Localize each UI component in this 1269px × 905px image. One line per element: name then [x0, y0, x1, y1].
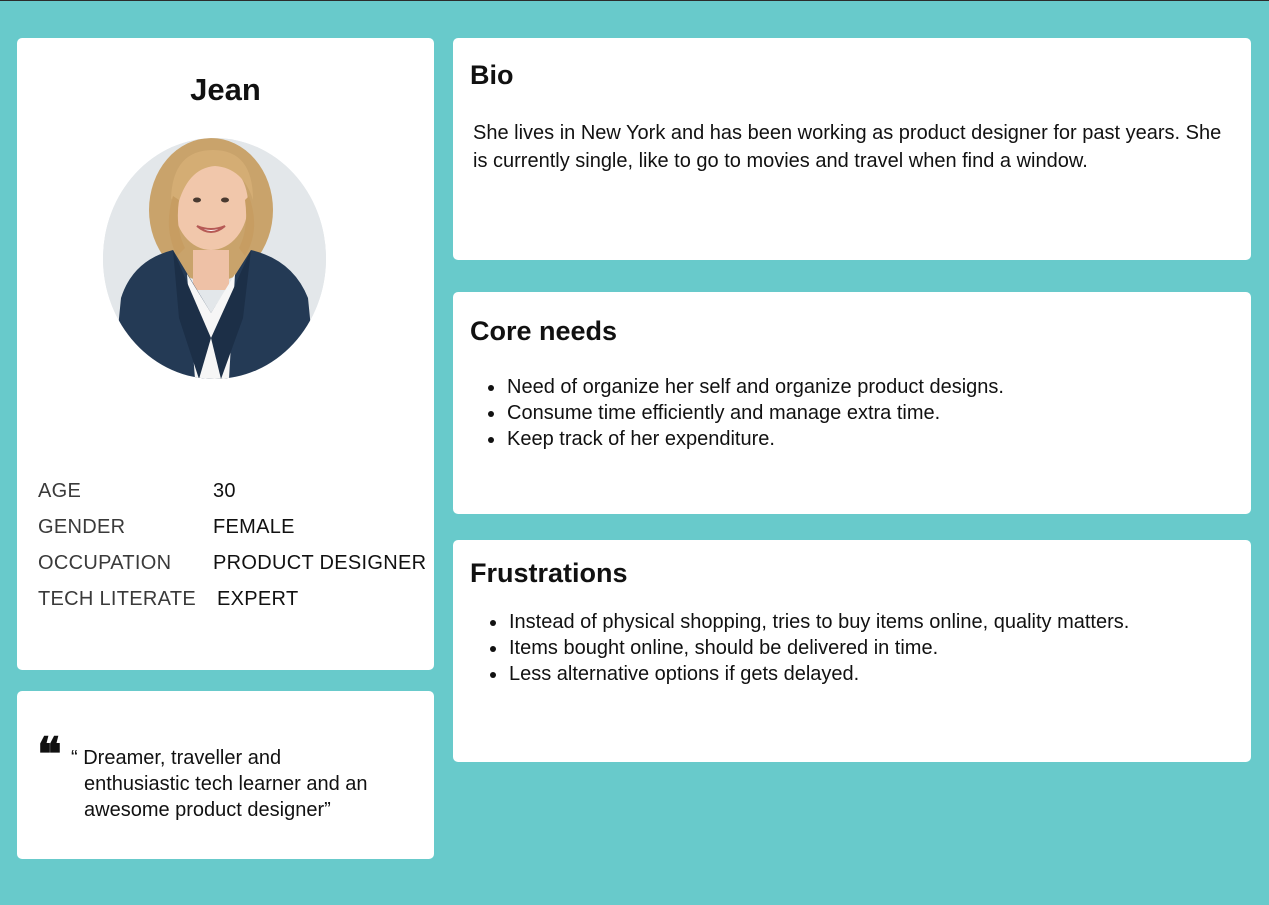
core-needs-list: Need of organize her self and organize p…	[486, 374, 1004, 452]
quote-mark-icon: ❝	[37, 727, 62, 781]
attr-value-tech-literate: EXPERT	[217, 588, 299, 610]
list-item: Consume time efficiently and manage extr…	[506, 400, 1004, 426]
attr-label-tech-literate: TECH LITERATE	[38, 588, 196, 610]
persona-quote: “ Dreamer, traveller and enthusiastic te…	[71, 745, 421, 823]
quote-line-2: enthusiastic tech learner and an	[84, 773, 368, 795]
profile-card: Jean AGE 30 GENDER FEMALE OCCUPATION PRO…	[17, 38, 434, 670]
persona-name: Jean	[190, 72, 261, 107]
frustrations-list: Instead of physical shopping, tries to b…	[488, 609, 1129, 687]
core-needs-title: Core needs	[470, 316, 618, 346]
bio-text: She lives in New York and has been worki…	[473, 122, 1222, 172]
attr-value-occupation: PRODUCT DESIGNER	[213, 552, 427, 574]
avatar	[103, 138, 326, 379]
attr-label-occupation: OCCUPATION	[38, 552, 172, 574]
list-item: Keep track of her expenditure.	[506, 426, 1004, 452]
attr-label-gender: GENDER	[38, 516, 126, 538]
frustrations-card: Frustrations Instead of physical shoppin…	[453, 540, 1251, 762]
quote-card: ❝ “ Dreamer, traveller and enthusiastic …	[17, 691, 434, 859]
bio-title: Bio	[470, 60, 514, 90]
list-item: Less alternative options if gets delayed…	[508, 661, 1129, 687]
frustrations-title: Frustrations	[470, 558, 628, 588]
bio-card: Bio She lives in New York and has been w…	[453, 38, 1251, 260]
core-needs-card: Core needs Need of organize her self and…	[453, 292, 1251, 514]
attr-value-gender: FEMALE	[213, 516, 295, 538]
list-item: Need of organize her self and organize p…	[506, 374, 1004, 400]
quote-line-3: awesome product designer”	[84, 799, 331, 821]
attr-label-age: AGE	[38, 480, 82, 502]
quote-line-1: “ Dreamer, traveller and	[71, 747, 282, 769]
attr-value-age: 30	[213, 480, 236, 502]
list-item: Items bought online, should be delivered…	[508, 635, 1129, 661]
list-item: Instead of physical shopping, tries to b…	[508, 609, 1129, 635]
